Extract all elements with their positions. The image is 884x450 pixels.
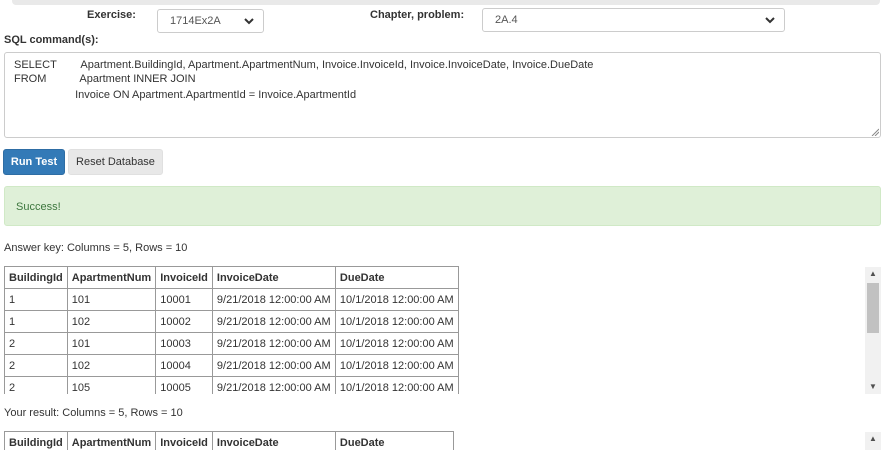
column-header: BuildingId [4,431,68,450]
column-header: BuildingId [4,266,68,289]
table-cell: 10/1/2018 12:00:00 AM [334,288,459,311]
table-cell: 10/1/2018 12:00:00 AM [334,332,459,355]
table-row: 1 102 10002 9/21/2018 12:00:00 AM 10/1/2… [4,310,459,333]
column-header: DueDate [334,431,454,450]
sql-command-textarea[interactable]: SELECT Apartment.BuildingId, Apartment.A… [4,52,881,138]
column-header: ApartmentNum [66,266,157,289]
answer-key-table-container: BuildingId ApartmentNum InvoiceId Invoic… [4,266,881,394]
column-header: InvoiceDate [211,431,336,450]
your-result-scrollbar[interactable]: ▲ [865,432,881,450]
table-row: 2 102 10004 9/21/2018 12:00:00 AM 10/1/2… [4,354,459,377]
table-cell: 2 [4,332,68,355]
scrollbar-thumb[interactable] [867,283,879,333]
table-cell: 10004 [155,354,213,377]
answer-key-scrollbar[interactable]: ▲ ▼ [865,267,881,394]
your-result-table: BuildingId ApartmentNum InvoiceId Invoic… [4,431,454,450]
your-result-table-container: BuildingId ApartmentNum InvoiceId Invoic… [4,431,881,450]
your-result-caption: Your result: Columns = 5, Rows = 10 [4,407,183,419]
resize-grip-icon[interactable] [871,128,879,136]
chevron-down-icon [765,17,775,24]
column-header: InvoiceId [155,266,213,289]
table-cell: 9/21/2018 12:00:00 AM [211,354,336,377]
exercise-select-value: 1714Ex2A [170,15,221,27]
table-cell: 102 [66,354,157,377]
table-cell: 1 [4,288,68,311]
arrow-down-icon[interactable]: ▼ [865,380,881,394]
table-cell: 9/21/2018 12:00:00 AM [211,332,336,355]
table-cell: 1 [4,310,68,333]
table-header-row: BuildingId ApartmentNum InvoiceId Invoic… [4,266,459,289]
column-header: InvoiceDate [211,266,336,289]
chapter-problem-label: Chapter, problem: [370,9,465,21]
table-row: 2 101 10003 9/21/2018 12:00:00 AM 10/1/2… [4,332,459,355]
chevron-down-icon [244,18,254,25]
top-panel-edge [12,0,880,5]
table-cell: 10001 [155,288,213,311]
table-header-row: BuildingId ApartmentNum InvoiceId Invoic… [4,431,454,450]
table-row: 1 101 10001 9/21/2018 12:00:00 AM 10/1/2… [4,288,459,311]
column-header: ApartmentNum [66,431,157,450]
table-cell: 10003 [155,332,213,355]
reset-database-button[interactable]: Reset Database [68,149,163,175]
column-header: DueDate [334,266,459,289]
table-cell: 9/21/2018 12:00:00 AM [211,310,336,333]
sql-line: FROM Apartment INNER JOIN [14,73,196,85]
table-cell: 10/1/2018 12:00:00 AM [334,310,459,333]
answer-key-table: BuildingId ApartmentNum InvoiceId Invoic… [4,266,459,394]
table-cell: 2 [4,354,68,377]
chapter-select-value: 2A.4 [495,14,518,26]
answer-key-caption: Answer key: Columns = 5, Rows = 10 [4,242,188,254]
table-cell: 105 [66,376,157,394]
success-alert: Success! [4,186,881,226]
table-cell: 10002 [155,310,213,333]
sql-commands-label: SQL command(s): [4,34,99,46]
run-test-button[interactable]: Run Test [3,149,65,175]
column-header: InvoiceId [155,431,213,450]
arrow-up-icon[interactable]: ▲ [865,432,881,446]
exercise-select[interactable]: 1714Ex2A [157,9,264,33]
table-cell: 2 [4,376,68,394]
sql-line: Invoice ON Apartment.ApartmentId = Invoi… [14,89,357,101]
table-cell: 102 [66,310,157,333]
arrow-up-icon[interactable]: ▲ [865,267,881,281]
table-cell: 10/1/2018 12:00:00 AM [334,354,459,377]
chapter-problem-select[interactable]: 2A.4 [482,8,785,32]
table-cell: 10005 [155,376,213,394]
table-cell: 101 [66,332,157,355]
alert-message: Success! [16,201,61,213]
table-cell: 10/1/2018 12:00:00 AM [334,376,459,394]
exercise-label: Exercise: [87,9,136,21]
table-cell: 101 [66,288,157,311]
table-row: 2 105 10005 9/21/2018 12:00:00 AM 10/1/2… [4,376,459,394]
sql-line: SELECT Apartment.BuildingId, Apartment.A… [14,59,594,71]
table-cell: 9/21/2018 12:00:00 AM [211,376,336,394]
table-cell: 9/21/2018 12:00:00 AM [211,288,336,311]
